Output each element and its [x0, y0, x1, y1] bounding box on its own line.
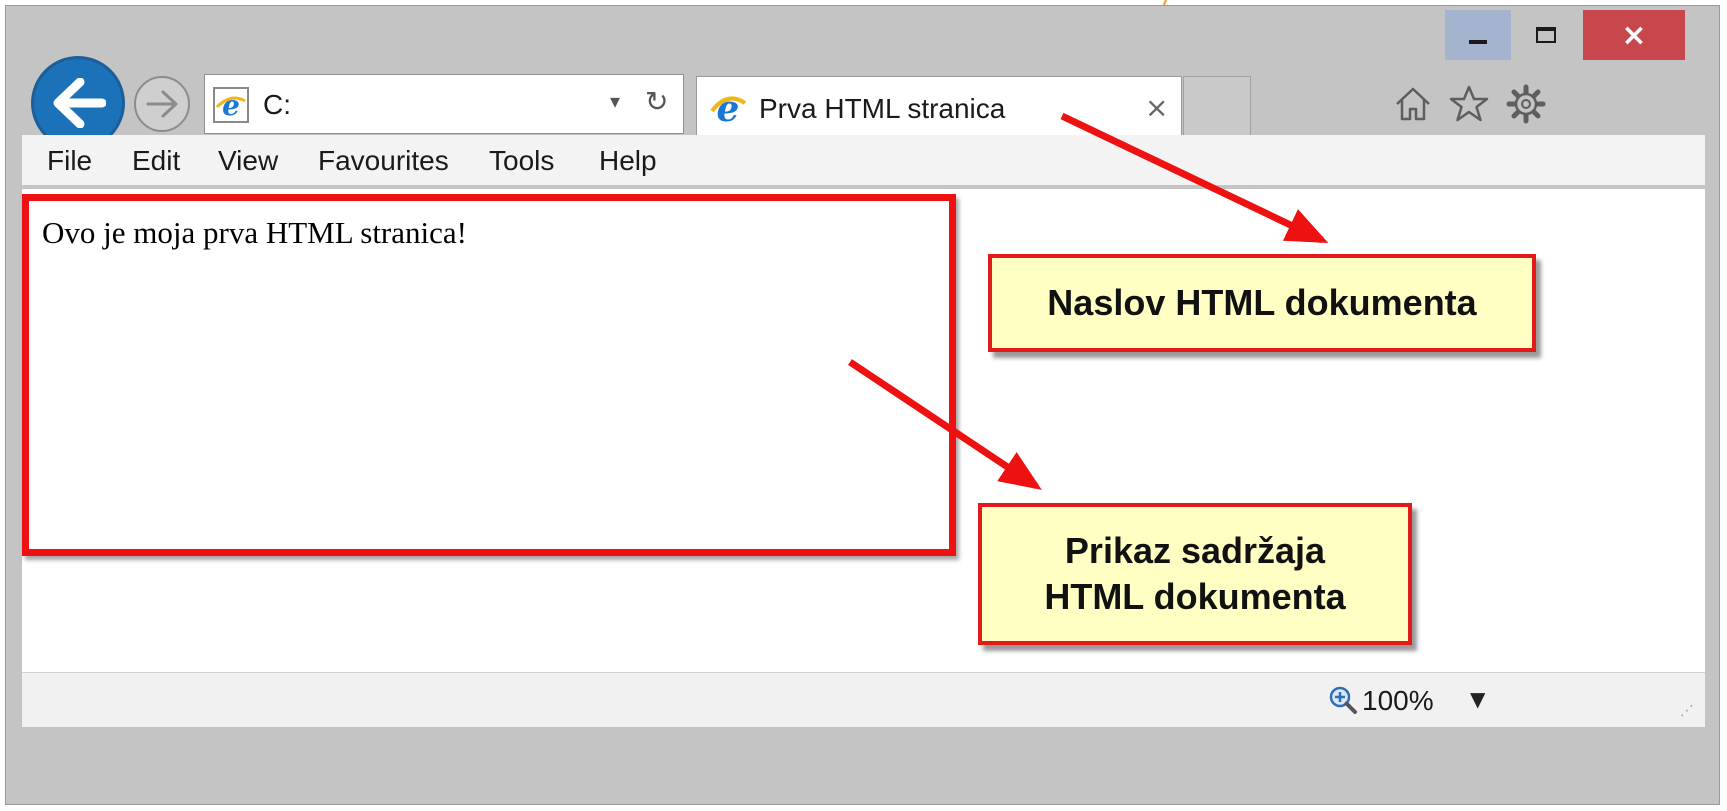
zoom-icon[interactable]: [1328, 685, 1358, 715]
menu-tools[interactable]: Tools: [489, 145, 554, 177]
refresh-icon[interactable]: ↻: [645, 85, 668, 118]
status-bar: 100% ▼ ⋰: [22, 672, 1705, 727]
back-arrow-icon: [53, 78, 106, 128]
menu-bar: File Edit View Favourites Tools Help: [22, 135, 1705, 187]
menu-help[interactable]: Help: [599, 145, 657, 177]
maximize-button[interactable]: [1516, 10, 1576, 60]
tab-active[interactable]: e Prva HTML stranica ×: [696, 76, 1182, 140]
tab-close-icon[interactable]: ×: [1145, 91, 1168, 124]
address-text: C:: [263, 89, 291, 120]
menu-file[interactable]: File: [47, 145, 92, 177]
forward-arrow-icon: [146, 90, 178, 118]
svg-text:e: e: [717, 89, 740, 127]
callout-content-line-1: Prikaz sadržaja: [1064, 530, 1326, 571]
gear-icon[interactable]: [1506, 84, 1546, 124]
svg-text:e: e: [222, 89, 240, 122]
minimize-icon: [1469, 40, 1487, 44]
close-icon: ×: [1621, 17, 1647, 53]
menu-edit[interactable]: Edit: [132, 145, 180, 177]
callout-title: Naslov HTML dokumenta: [988, 254, 1536, 352]
ie-logo-icon: e: [710, 89, 747, 127]
forward-button[interactable]: [134, 76, 190, 132]
content-highlight-box: [22, 194, 956, 556]
new-tab-button[interactable]: [1183, 76, 1251, 140]
zoom-dropdown-icon[interactable]: ▼: [1470, 687, 1485, 711]
star-icon[interactable]: [1449, 84, 1489, 124]
address-dropdown-icon[interactable]: ▾: [610, 89, 620, 113]
callout-content: Prikaz sadržaja HTML dokumenta: [978, 503, 1412, 645]
home-icon[interactable]: [1393, 84, 1433, 124]
close-window-button[interactable]: ×: [1583, 10, 1685, 60]
callout-title-text: Naslov HTML dokumenta: [1047, 282, 1477, 323]
menu-view[interactable]: View: [218, 145, 278, 177]
minimize-button[interactable]: [1445, 10, 1511, 60]
address-redaction: [289, 77, 611, 133]
maximize-icon: [1536, 27, 1556, 43]
menu-favourites[interactable]: Favourites: [318, 145, 449, 177]
zoom-level[interactable]: 100%: [1362, 685, 1434, 717]
resize-grip-icon[interactable]: ⋰: [1680, 703, 1694, 719]
callout-content-line-2: HTML dokumenta: [1044, 576, 1346, 617]
tab-title: Prva HTML stranica: [759, 93, 1006, 124]
address-bar[interactable]: e C: ▾ ↻: [204, 74, 684, 134]
ie-logo-icon: e: [213, 87, 249, 123]
